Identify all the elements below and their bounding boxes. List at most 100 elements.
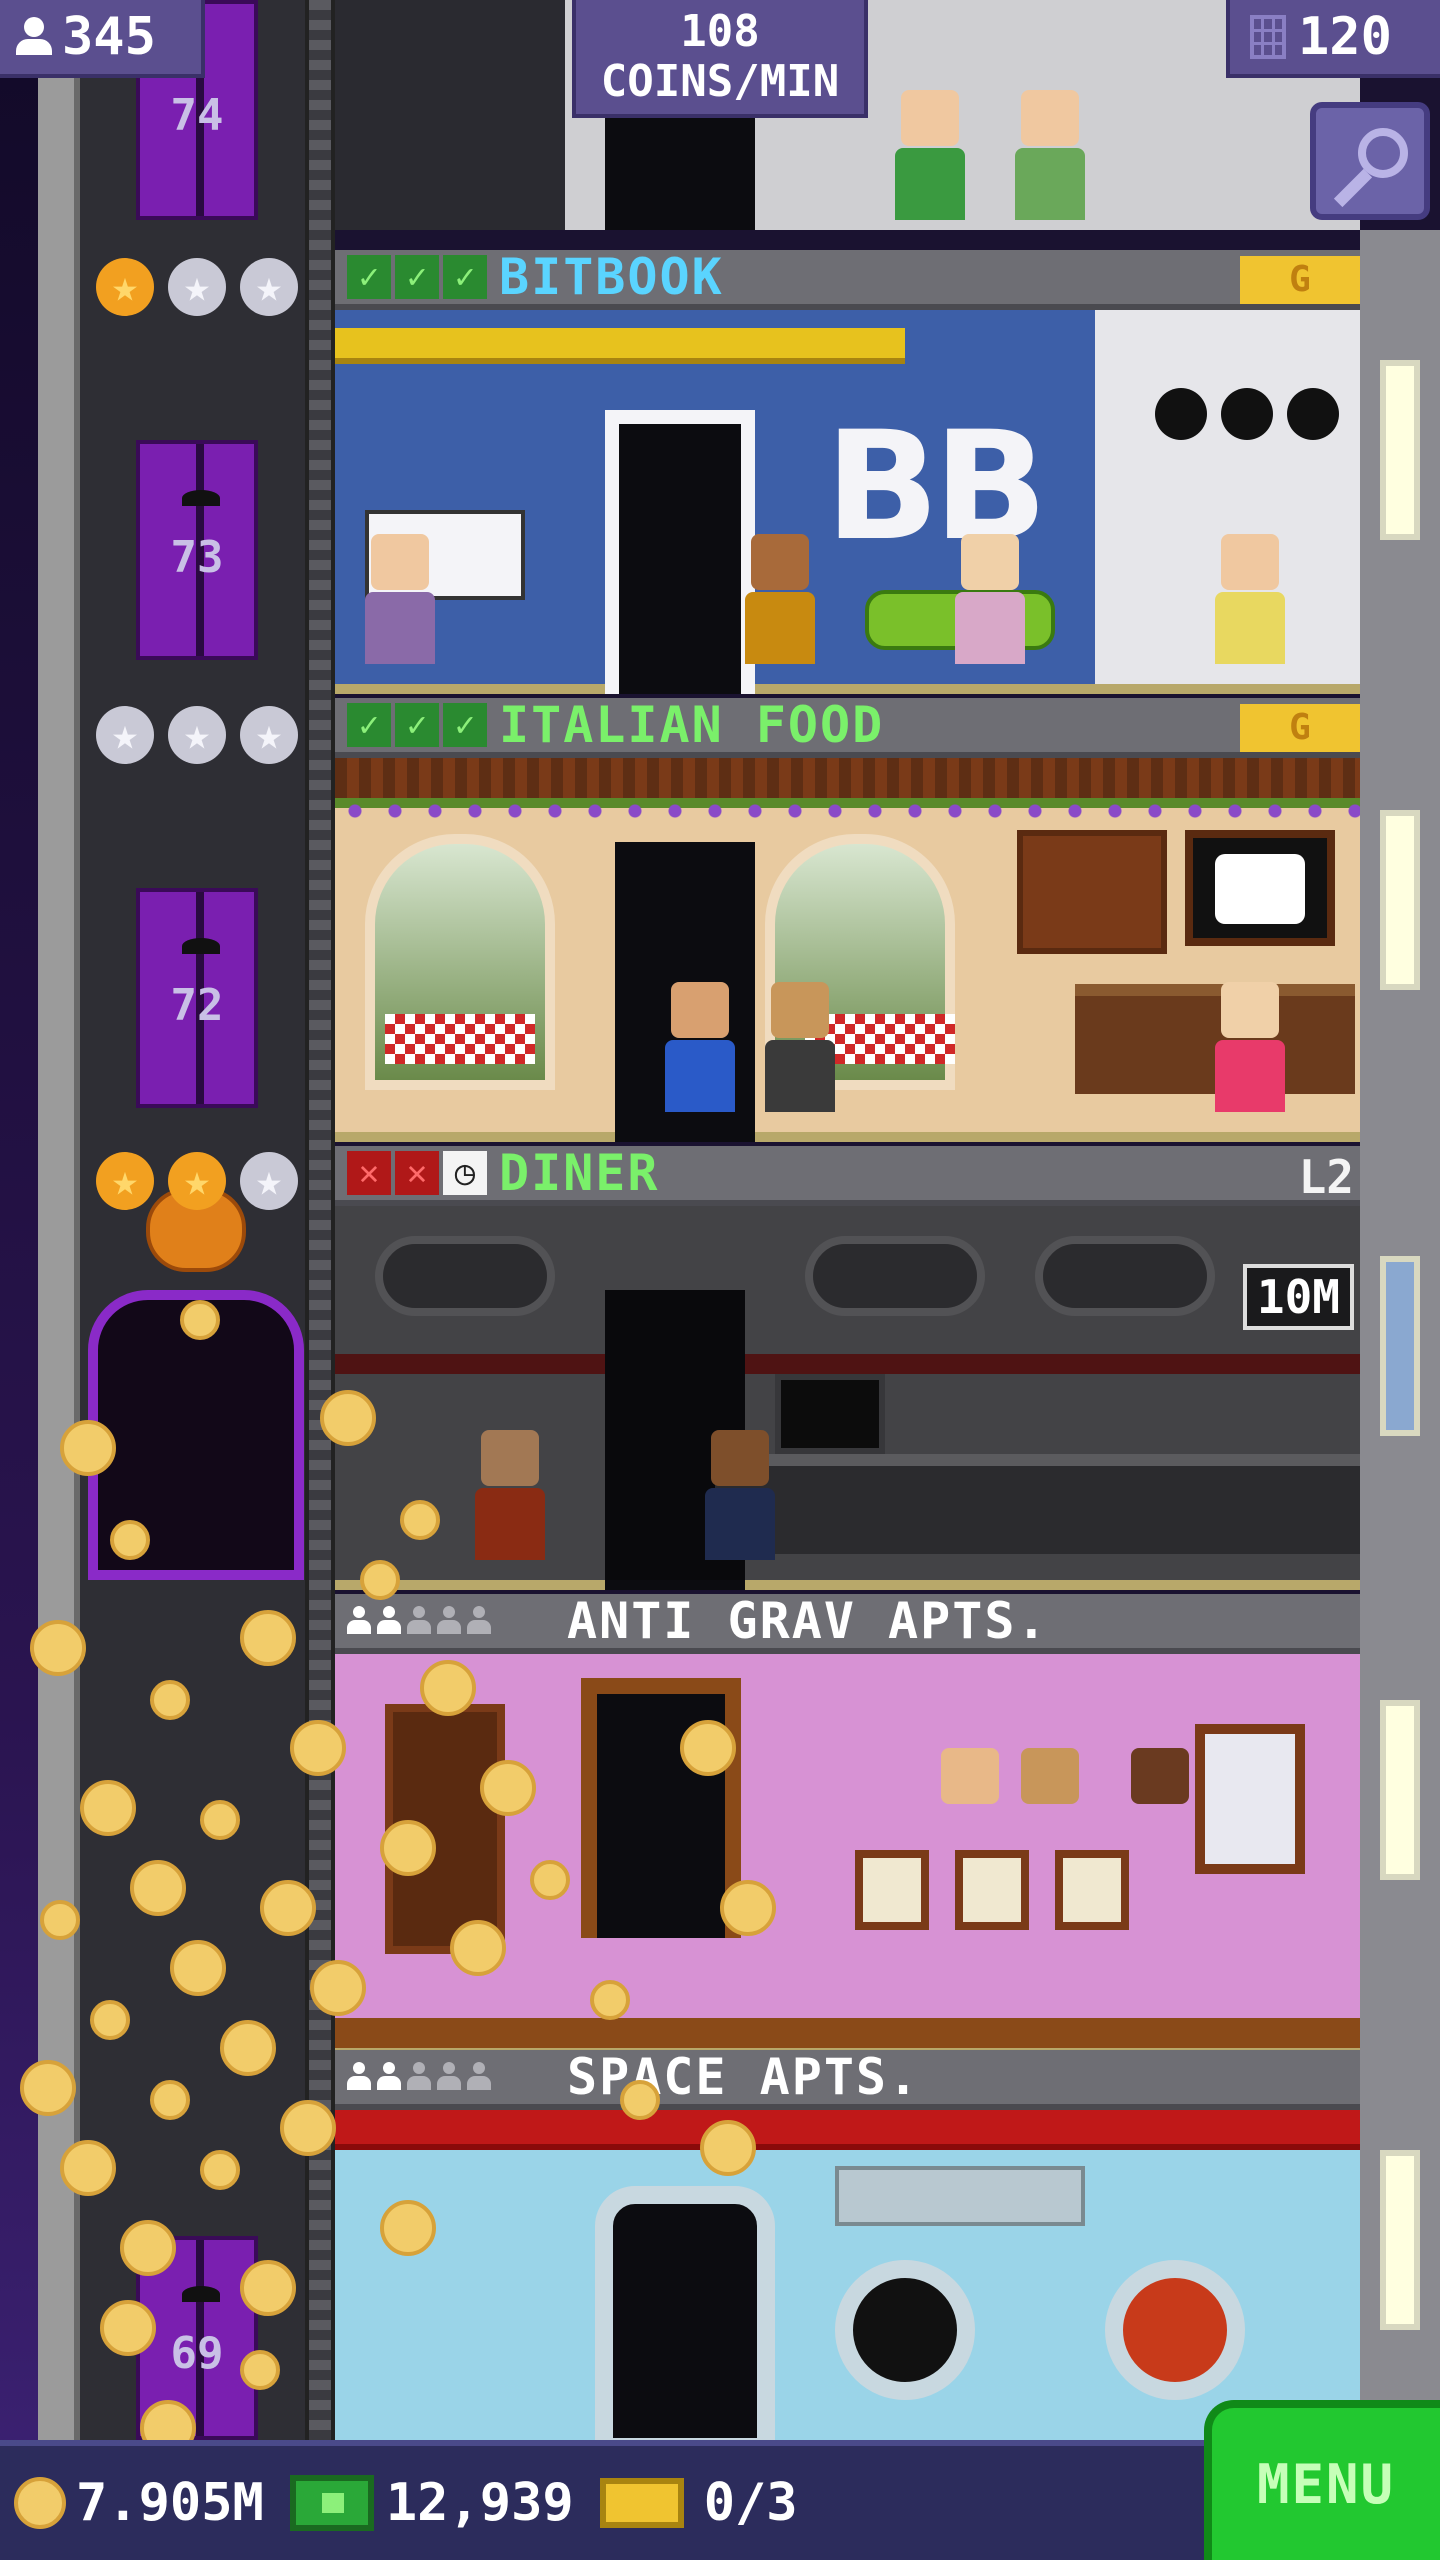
floor-level: L2 [1298, 1150, 1354, 1204]
bat-icon [182, 938, 220, 954]
person-icon [16, 17, 52, 57]
bux-balance[interactable]: 12,939 [289, 2473, 574, 2533]
gold-badge[interactable]: G [1240, 256, 1360, 304]
floor-name: BITBOOK [499, 250, 724, 306]
bat-icon [182, 2286, 220, 2302]
elevator-rail [305, 0, 335, 2440]
resident-icon [467, 1606, 491, 1636]
closed-overlay [335, 1206, 1360, 1580]
resident-icon [407, 2062, 431, 2092]
bitizen-floating[interactable] [1015, 1748, 1085, 1828]
flying-coin [360, 1560, 400, 1600]
bitizen[interactable] [1015, 90, 1085, 220]
resident-icon [377, 1606, 401, 1636]
floor-bitbook[interactable]: ✓ ✓ ✓ BITBOOK G BB [335, 250, 1360, 694]
bitizen[interactable] [955, 534, 1025, 664]
floor-anti-grav-apts[interactable]: ANTI GRAV APTS. [335, 1594, 1360, 2058]
bux-icon [289, 2475, 374, 2531]
elevator-door-73[interactable]: 73 [136, 440, 258, 660]
bux-value: 12,939 [385, 2473, 574, 2533]
floor-diner[interactable]: ✕ ✕ ◷ DINER L2 10M [335, 1146, 1360, 1590]
picture-frame [855, 1850, 929, 1930]
elevator-floor-number: 69 [170, 2328, 224, 2379]
check-icon: ✓ [347, 703, 391, 747]
wall-clocks [1155, 388, 1339, 440]
flying-coin [240, 2260, 296, 2316]
flying-coin [220, 2020, 276, 2076]
bitizen[interactable] [765, 982, 835, 1112]
flying-coin [100, 2300, 156, 2356]
floor-stars-diner: ★ ★ ★ [96, 1152, 298, 1210]
picture-frame [955, 1850, 1029, 1930]
flying-coin [130, 1860, 186, 1916]
flying-coin [60, 1420, 116, 1476]
bitizen[interactable] [365, 534, 435, 664]
clock-icon: ◷ [443, 1151, 487, 1195]
flying-coin [260, 1880, 316, 1936]
flying-coin [680, 1720, 736, 1776]
stock-status: ✕ ✕ ◷ [347, 1151, 487, 1195]
flying-coin [40, 1900, 80, 1940]
resident-icon [467, 2062, 491, 2092]
floor-counter[interactable]: 120 [1226, 0, 1440, 78]
bitizen[interactable] [895, 90, 965, 220]
vip-tickets[interactable]: 0/3 [599, 2473, 798, 2533]
bitizen-chef[interactable] [665, 982, 735, 1112]
flying-coin [700, 2120, 756, 2176]
bitizen-floating[interactable] [935, 1748, 1005, 1828]
bitizen[interactable] [745, 534, 815, 664]
wall-light [1380, 2150, 1420, 2330]
restock-timer[interactable]: 10M [1242, 1264, 1354, 1330]
bitizen[interactable] [1215, 534, 1285, 664]
floor-title-bar: ✓ ✓ ✓ ITALIAN FOOD G [335, 698, 1360, 758]
x-icon: ✕ [395, 1151, 439, 1195]
population-counter[interactable]: 345 [0, 0, 205, 78]
flying-coin [530, 1860, 570, 1900]
flying-coin [120, 2220, 176, 2276]
room-floor [335, 2018, 1360, 2048]
floor-title-bar: ANTI GRAV APTS. [335, 1594, 1360, 1654]
porthole-window [835, 2260, 975, 2400]
floor-space-apts[interactable]: SPACE APTS. [335, 2050, 1360, 2440]
flying-coin [380, 1820, 436, 1876]
flying-coin [420, 1660, 476, 1716]
bitizen[interactable] [1215, 982, 1285, 1112]
dining-table [385, 1014, 535, 1064]
menu-button[interactable]: MENU [1204, 2400, 1440, 2560]
floor-italian-food[interactable]: ✓ ✓ ✓ ITALIAN FOOD G [335, 698, 1360, 1142]
resident-icon [437, 2062, 461, 2092]
flying-coin [380, 2200, 436, 2256]
room-door [605, 100, 755, 230]
star-icon: ★ [240, 1152, 298, 1210]
flying-coin [30, 1620, 86, 1676]
check-icon: ✓ [443, 703, 487, 747]
room-interior [335, 2110, 1360, 2440]
wall-light [1380, 810, 1420, 990]
wine-rack [1017, 830, 1167, 954]
resident-count [347, 2062, 491, 2092]
flying-coin [320, 1390, 376, 1446]
tickets-value: 0/3 [703, 2473, 798, 2533]
gold-badge[interactable]: G [1240, 704, 1360, 752]
room-door [595, 2186, 775, 2440]
x-icon: ✕ [347, 1151, 391, 1195]
check-icon: ✓ [347, 255, 391, 299]
flying-coin [150, 2080, 190, 2120]
resident-icon [347, 1606, 371, 1636]
floor-title-bar: SPACE APTS. [335, 2050, 1360, 2110]
bitizen-floating[interactable] [1125, 1748, 1195, 1828]
flying-coin [60, 2140, 116, 2196]
zoom-button[interactable] [1310, 102, 1430, 220]
wall-light [1380, 1700, 1420, 1880]
room-wall [335, 0, 565, 230]
elevator-floor-number: 73 [170, 532, 224, 583]
star-icon: ★ [168, 258, 226, 316]
floor-stars-italian: ★ ★ ★ [96, 706, 298, 764]
coins-balance[interactable]: 7.905M [14, 2473, 264, 2533]
flying-coin [200, 1800, 240, 1840]
coin-rate-value: 108 [680, 6, 760, 57]
elevator-door-72[interactable]: 72 [136, 888, 258, 1108]
coins-value: 7.905M [76, 2473, 264, 2533]
porthole-window [1105, 2260, 1245, 2400]
floor-count-value: 120 [1298, 7, 1392, 67]
